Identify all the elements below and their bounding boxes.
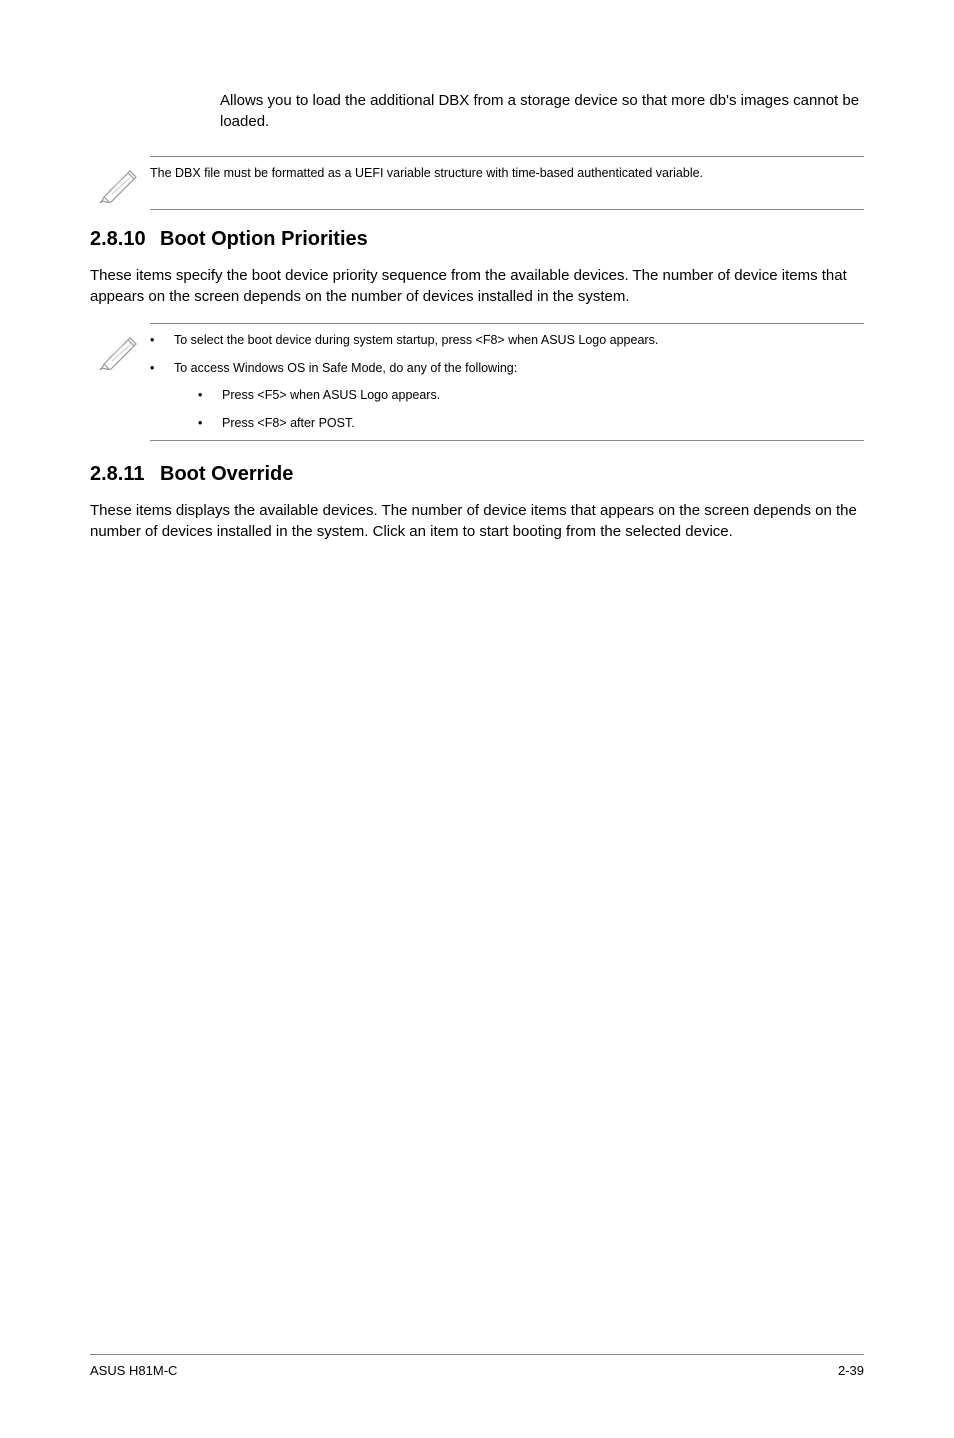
note-text-boot-tips: • To select the boot device during syste… (150, 330, 864, 434)
sub-bullet-text: Press <F5> when ASUS Logo appears. (222, 387, 864, 405)
heading-number: 2.8.10 (90, 228, 160, 251)
sub-bullet-item: • Press <F8> after POST. (198, 415, 864, 433)
footer-page-number: 2-39 (838, 1363, 864, 1378)
bullet-text: To select the boot device during system … (174, 332, 864, 350)
bullet-mark: • (150, 360, 174, 433)
footer-product-name: ASUS H81M-C (90, 1363, 177, 1378)
footer-divider (90, 1354, 864, 1355)
note-divider-top (150, 323, 864, 324)
bullet-text: To access Windows OS in Safe Mode, do an… (174, 361, 517, 375)
note-divider-top (150, 156, 864, 157)
bullet-item: • To access Windows OS in Safe Mode, do … (150, 360, 864, 433)
bullet-item: • To select the boot device during syste… (150, 332, 864, 350)
section-heading-boot-override: 2.8.11 Boot Override (90, 463, 864, 486)
pencil-icon (90, 163, 150, 203)
heading-title: Boot Override (160, 463, 293, 486)
heading-number: 2.8.11 (90, 463, 160, 486)
bullet-mark: • (198, 387, 222, 405)
section-body-boot-override: These items displays the available devic… (90, 500, 864, 542)
note-divider-bottom (150, 209, 864, 210)
pencil-icon (90, 330, 150, 370)
sub-bullet-text: Press <F8> after POST. (222, 415, 864, 433)
section-body-boot-priorities: These items specify the boot device prio… (90, 265, 864, 307)
bullet-mark: • (150, 332, 174, 350)
section-heading-boot-priorities: 2.8.10 Boot Option Priorities (90, 228, 864, 251)
note-text-dbx: The DBX file must be formatted as a UEFI… (150, 163, 864, 185)
note-block-dbx: The DBX file must be formatted as a UEFI… (90, 156, 864, 210)
note-block-boot-tips: • To select the boot device during syste… (90, 323, 864, 441)
sub-bullet-item: • Press <F5> when ASUS Logo appears. (198, 387, 864, 405)
note-divider-bottom (150, 440, 864, 441)
page-footer: ASUS H81M-C 2-39 (90, 1354, 864, 1378)
heading-title: Boot Option Priorities (160, 228, 368, 251)
bullet-mark: • (198, 415, 222, 433)
page-content: Allows you to load the additional DBX fr… (0, 0, 954, 542)
top-paragraph: Allows you to load the additional DBX fr… (220, 90, 864, 132)
